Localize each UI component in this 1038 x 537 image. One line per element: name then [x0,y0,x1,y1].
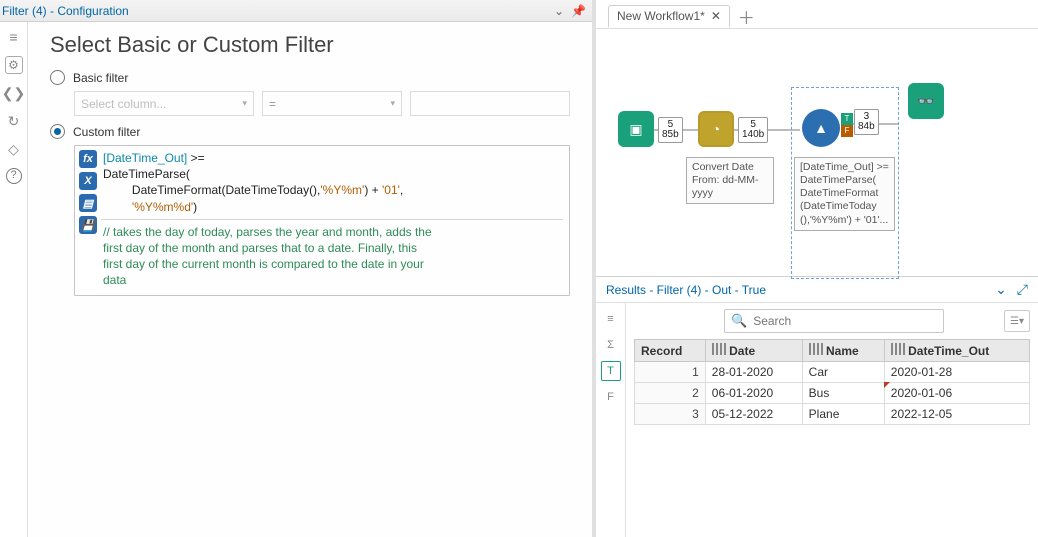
workflow-tab-label: New Workflow1* [617,9,705,23]
workflow-canvas[interactable]: ▣ 585b ◔ 5140b Convert Date From: dd-MM-… [596,28,1038,276]
table-row[interactable]: 3 05-12-2022 Plane 2022-12-05 [635,404,1030,425]
chevron-down-icon: ▾ [390,98,395,109]
results-search-field[interactable] [753,314,923,328]
config-window-title: Filter (4) - Configuration [2,4,129,18]
value-input[interactable] [410,91,570,116]
pin-icon[interactable]: 📌 [571,4,586,18]
col-date[interactable]: Date [705,340,802,362]
code-str3: '%Y%m%d' [132,200,193,214]
rail-help-icon[interactable]: ? [6,168,22,184]
workflow-tab[interactable]: New Workflow1* ✕ [608,5,730,28]
col-name[interactable]: Name [802,340,884,362]
code-str2: '01' [382,183,400,197]
rail-code-icon[interactable]: ❮❯ [5,84,23,102]
results-expand-icon[interactable]: ⌄ [995,281,1007,298]
col-datetime-out[interactable]: DateTime_Out [884,340,1029,362]
table-row[interactable]: 2 06-01-2020 Bus 2020-01-06 [635,383,1030,404]
annotation-filter: [DateTime_Out] >= DateTimeParse( DateTim… [794,157,895,231]
search-icon: 🔍 [731,313,747,329]
code-line3-func: DateTimeFormat(DateTimeToday(), [132,183,320,197]
col-record[interactable]: Record [635,340,706,362]
filter-tool-icon[interactable]: ▲ [802,109,840,147]
custom-filter-label: Custom filter [73,125,140,139]
columns-icon[interactable]: ▤ [79,194,97,212]
basic-filter-label: Basic filter [73,71,128,85]
variable-icon[interactable]: X [79,172,97,190]
rail-gear-icon[interactable]: ⚙ [5,56,23,74]
custom-filter-radio[interactable]: Custom filter [50,124,570,139]
results-menu-button[interactable]: ☰▾ [1004,310,1030,332]
code-mid: ) + [364,183,382,197]
badge-convert: 5140b [738,117,768,143]
code-line2: DateTimeParse( [103,167,190,181]
results-search-input[interactable]: 🔍 [724,309,944,333]
results-rail-false-icon[interactable]: F [601,387,621,407]
select-column-dropdown[interactable]: Select column... ▾ [74,91,254,116]
rail-tag-icon[interactable]: ◇ [5,140,23,158]
browse-tool-icon[interactable]: 👓 [908,83,944,119]
input-tool-icon[interactable]: ▣ [618,111,654,147]
results-rail-rows-icon[interactable]: ≡ [601,309,621,329]
collapse-icon[interactable]: ⌄ [554,4,564,18]
annotation-convert: Convert Date From: dd-MM-yyyy [686,157,774,204]
rail-refresh-icon[interactable]: ↻ [5,112,23,130]
badge-input: 585b [658,117,683,143]
code-comment: // takes the day of today, parses the ye… [103,225,432,288]
results-rail-sum-icon[interactable]: Σ [601,335,621,355]
rail-bars-icon[interactable]: ≡ [5,28,23,46]
expression-editor[interactable]: [DateTime_Out] >= DateTimeParse( DateTim… [101,146,569,295]
fx-icon[interactable]: fx [79,150,97,168]
code-str1: '%Y%m' [320,183,364,197]
true-false-ports: TF [841,113,853,137]
save-icon[interactable]: 💾 [79,216,97,234]
basic-filter-radio[interactable]: Basic filter [50,70,570,85]
chevron-down-icon: ▾ [242,98,247,109]
results-rail-true-icon[interactable]: T [601,361,621,381]
results-table: Record Date Name DateTime_Out 1 28-01-20… [634,339,1030,425]
results-title: Results - Filter (4) - Out - True [606,283,766,297]
code-op: >= [187,151,204,165]
code-end: , [400,183,403,197]
badge-filter: 384b [854,109,879,135]
add-tab-button[interactable]: ＋ [734,4,759,29]
code-end2: ) [193,200,197,214]
datetime-tool-icon[interactable]: ◔ [698,111,734,147]
select-column-placeholder: Select column... [81,97,166,111]
operator-dropdown[interactable]: = ▾ [262,91,402,116]
results-popout-icon[interactable]: ⤢ [1017,281,1028,298]
close-icon[interactable]: ✕ [711,9,721,23]
code-bracket: [DateTime_Out] [103,151,187,165]
config-title: Select Basic or Custom Filter [50,32,570,58]
table-row[interactable]: 1 28-01-2020 Car 2020-01-28 [635,362,1030,383]
operator-value: = [269,97,276,111]
